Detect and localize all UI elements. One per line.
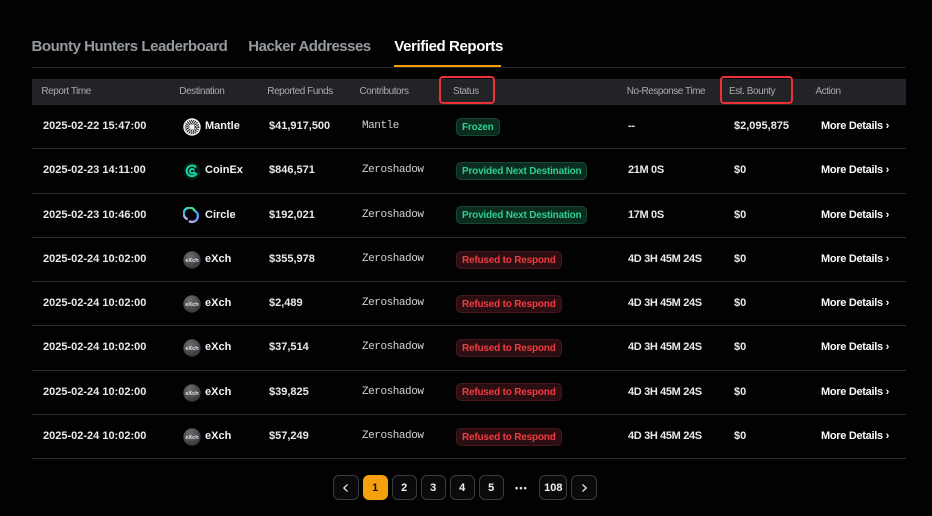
svg-text:eXch: eXch: [185, 346, 199, 352]
svg-text:eXch: eXch: [185, 258, 199, 264]
svg-text:eXch: eXch: [185, 302, 199, 308]
svg-text:eXch: eXch: [185, 435, 199, 441]
svg-text:eXch: eXch: [185, 391, 199, 397]
